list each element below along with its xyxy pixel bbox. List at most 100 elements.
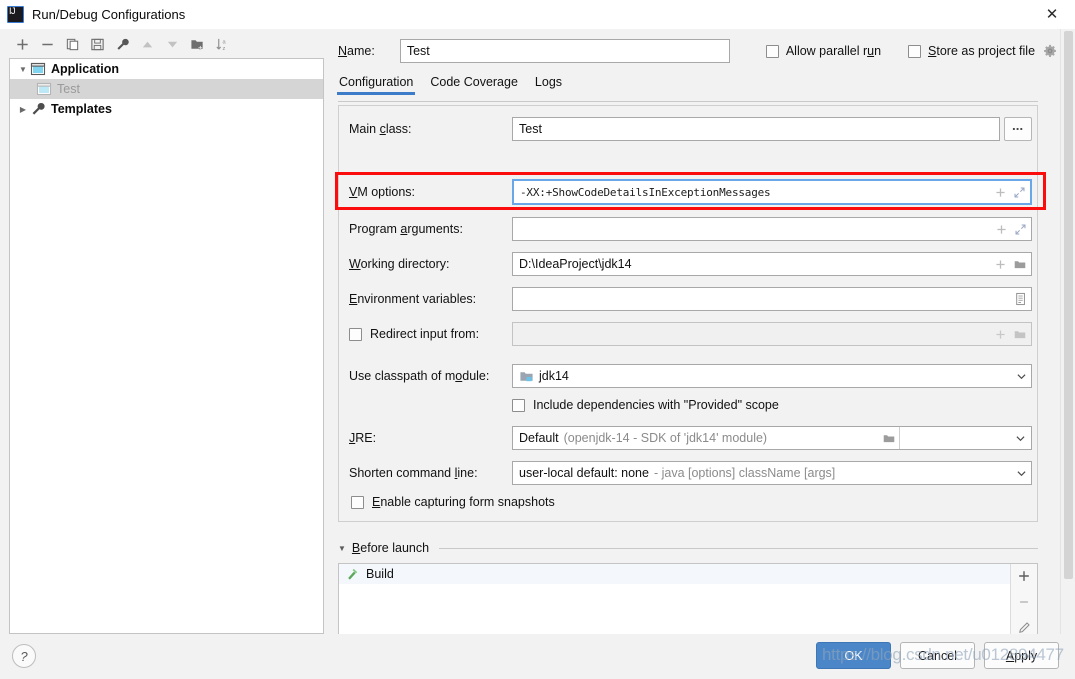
add-configuration-button[interactable] bbox=[10, 32, 35, 56]
allow-parallel-run-checkbox[interactable]: Allow parallel run bbox=[765, 44, 882, 58]
classpath-module-combo[interactable]: jdk14 bbox=[512, 364, 1032, 388]
working-directory-label: Working directory: bbox=[349, 257, 450, 271]
move-down-button[interactable] bbox=[160, 32, 185, 56]
tree-node-test[interactable]: Test bbox=[10, 79, 323, 99]
scrollbar-thumb[interactable] bbox=[1064, 31, 1073, 579]
jre-value-detail: (openjdk-14 - SDK of 'jdk14' module) bbox=[563, 431, 768, 445]
tree-node-label: Templates bbox=[51, 102, 112, 116]
plus-icon[interactable] bbox=[994, 258, 1007, 271]
before-launch-remove-button[interactable] bbox=[1013, 593, 1035, 610]
close-icon[interactable]: ✕ bbox=[1029, 0, 1075, 29]
application-icon bbox=[30, 62, 46, 76]
program-arguments-label: Program arguments: bbox=[349, 222, 463, 236]
shorten-command-line-value: user-local default: none bbox=[519, 466, 649, 480]
vm-options-label: VM options: bbox=[349, 185, 416, 199]
checkbox-box[interactable] bbox=[349, 327, 362, 341]
main-class-field[interactable]: Test bbox=[512, 117, 1000, 141]
include-provided-scope-checkbox[interactable]: Include dependencies with "Provided" sco… bbox=[512, 398, 779, 412]
environment-variables-field[interactable] bbox=[512, 287, 1032, 311]
folder-icon[interactable] bbox=[879, 427, 899, 449]
plus-icon[interactable] bbox=[995, 223, 1008, 236]
new-folder-button[interactable] bbox=[185, 32, 210, 56]
build-hammer-icon bbox=[348, 568, 358, 580]
window-title: Run/Debug Configurations bbox=[32, 7, 186, 22]
apply-button[interactable]: Apply bbox=[984, 642, 1059, 669]
name-label: Name: bbox=[338, 44, 375, 58]
sort-configurations-button[interactable]: a z bbox=[210, 32, 235, 56]
twisty-expanded-icon[interactable]: ▼ bbox=[338, 544, 346, 553]
classpath-module-row: Use classpath of module: jdk14 bbox=[349, 363, 1032, 389]
checkbox-box[interactable] bbox=[351, 495, 364, 509]
folder-icon[interactable] bbox=[1013, 258, 1027, 271]
configurations-toolbar: a z bbox=[0, 29, 330, 59]
vertical-scrollbar[interactable] bbox=[1060, 29, 1075, 634]
redirect-input-checkbox[interactable]: Redirect input from: bbox=[349, 327, 512, 341]
name-input[interactable] bbox=[399, 39, 730, 63]
editor-tabs[interactable]: Configuration Code Coverage Logs bbox=[336, 75, 1038, 102]
main-class-browse-button[interactable] bbox=[1004, 117, 1032, 141]
shorten-command-line-detail: - java [options] className [args] bbox=[653, 466, 836, 480]
ok-button[interactable]: OK bbox=[816, 642, 891, 669]
application-icon bbox=[36, 82, 52, 96]
enable-form-snapshots-checkbox[interactable]: Enable capturing form snapshots bbox=[351, 495, 555, 509]
section-divider bbox=[439, 547, 1038, 549]
cancel-button[interactable]: Cancel bbox=[900, 642, 975, 669]
working-directory-field[interactable]: D:\IdeaProject\jdk14 bbox=[512, 252, 1032, 276]
checkbox-box[interactable] bbox=[765, 44, 779, 58]
gear-icon[interactable] bbox=[1043, 44, 1057, 58]
name-row: Name: Allow parallel run Store as projec… bbox=[338, 38, 1068, 64]
tree-node-label: Application bbox=[51, 62, 120, 76]
tab-configuration[interactable]: Configuration bbox=[336, 75, 416, 95]
jre-combo[interactable]: Default (openjdk-14 - SDK of 'jdk14' mod… bbox=[512, 426, 1032, 450]
main-class-label: Main class: bbox=[349, 122, 412, 136]
intellij-idea-icon bbox=[7, 6, 24, 23]
checkbox-box[interactable] bbox=[512, 398, 525, 412]
allow-parallel-run-label: Allow parallel run bbox=[785, 44, 882, 58]
folder-icon bbox=[1013, 328, 1027, 341]
vm-options-value: -XX:+ShowCodeDetailsInExceptionMessages bbox=[520, 185, 771, 199]
copy-configuration-button[interactable] bbox=[60, 32, 85, 56]
program-arguments-field[interactable] bbox=[512, 217, 1032, 241]
plus-icon[interactable] bbox=[994, 186, 1007, 199]
title-bar: Run/Debug Configurations ✕ bbox=[0, 0, 1075, 29]
expand-icon[interactable] bbox=[1014, 223, 1027, 236]
tree-node-templates[interactable]: ▶ Templates bbox=[10, 99, 323, 119]
chevron-down-icon[interactable] bbox=[1011, 365, 1031, 387]
chevron-down-icon[interactable] bbox=[1011, 462, 1031, 484]
tree-node-application[interactable]: ▼ Application bbox=[10, 59, 323, 79]
store-as-project-file-checkbox[interactable]: Store as project file bbox=[908, 44, 1035, 58]
combo-divider bbox=[898, 427, 900, 449]
svg-text:z: z bbox=[223, 46, 226, 52]
configurations-tree[interactable]: ▼ Application Test ▶ Templates bbox=[9, 58, 324, 634]
before-launch-add-button[interactable] bbox=[1013, 567, 1035, 584]
configuration-form: Main class: Test VM options: -XX:+ShowCo… bbox=[335, 105, 1046, 522]
before-launch-item-build[interactable]: Build bbox=[339, 564, 1010, 584]
tab-logs[interactable]: Logs bbox=[535, 75, 562, 95]
checkbox-box[interactable] bbox=[908, 44, 922, 58]
main-class-value: Test bbox=[519, 122, 542, 136]
tree-node-label: Test bbox=[57, 82, 80, 96]
before-launch-header[interactable]: ▼ Before launch bbox=[338, 539, 1038, 557]
save-configuration-button[interactable] bbox=[85, 32, 110, 56]
include-provided-scope-label: Include dependencies with "Provided" sco… bbox=[533, 398, 779, 412]
store-as-project-file-label: Store as project file bbox=[928, 44, 1036, 58]
configuration-editor-panel: Name: Allow parallel run Store as projec… bbox=[332, 29, 1075, 663]
redirect-input-field bbox=[512, 322, 1032, 346]
help-button[interactable]: ? bbox=[12, 644, 36, 668]
tab-code-coverage[interactable]: Code Coverage bbox=[430, 75, 518, 95]
list-edit-icon[interactable] bbox=[1015, 292, 1027, 306]
shorten-command-line-combo[interactable]: user-local default: none - java [options… bbox=[512, 461, 1032, 485]
environment-variables-row: Environment variables: bbox=[349, 286, 1032, 312]
chevron-down-icon[interactable] bbox=[1011, 427, 1031, 449]
twisty-expanded-icon[interactable]: ▼ bbox=[16, 65, 30, 74]
edit-templates-button[interactable] bbox=[110, 32, 135, 56]
shorten-command-line-row: Shorten command line: user-local default… bbox=[349, 460, 1032, 486]
wrench-icon bbox=[32, 102, 45, 115]
twisty-collapsed-icon[interactable]: ▶ bbox=[16, 105, 30, 114]
move-up-button[interactable] bbox=[135, 32, 160, 56]
remove-configuration-button[interactable] bbox=[35, 32, 60, 56]
expand-icon[interactable] bbox=[1013, 186, 1026, 199]
module-icon bbox=[520, 371, 533, 381]
classpath-module-value: jdk14 bbox=[539, 369, 569, 383]
vm-options-field[interactable]: -XX:+ShowCodeDetailsInExceptionMessages bbox=[512, 179, 1032, 205]
